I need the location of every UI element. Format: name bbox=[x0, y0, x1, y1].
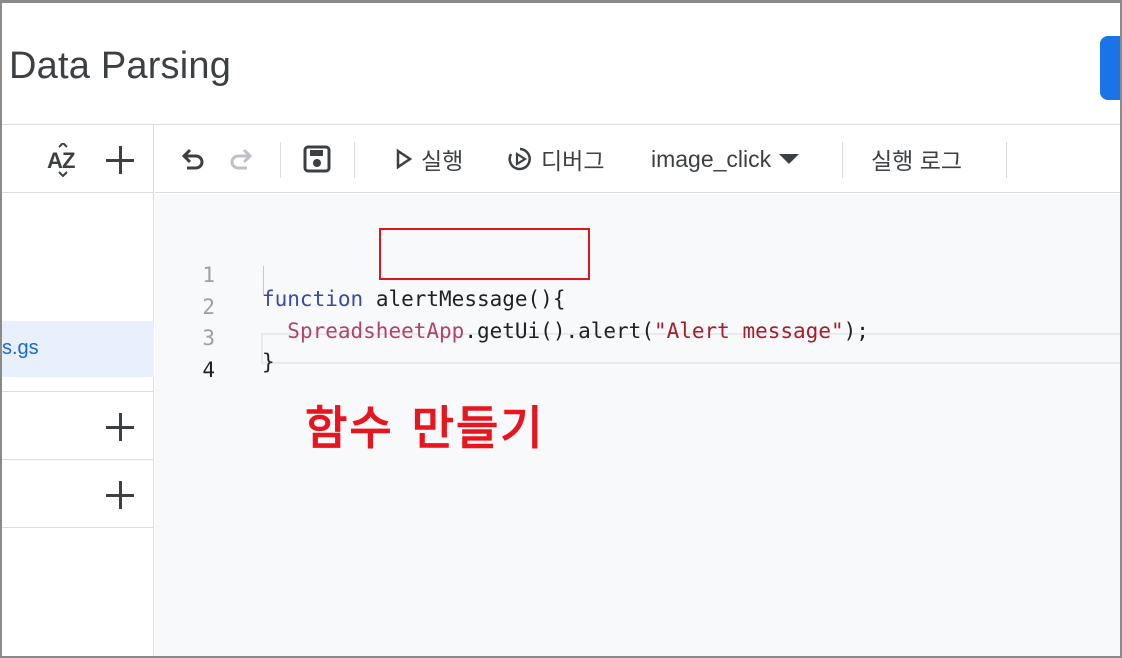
line-number: 4 bbox=[202, 358, 215, 382]
toolbar-divider bbox=[280, 142, 281, 178]
svg-text:Z: Z bbox=[62, 148, 75, 173]
function-select-value: image_click bbox=[651, 145, 772, 172]
add-file-icon[interactable] bbox=[103, 143, 137, 177]
redo-icon[interactable] bbox=[229, 147, 255, 171]
section-divider bbox=[2, 527, 154, 528]
code-line: 3 } bbox=[155, 302, 1120, 374]
debug-button[interactable]: 디버그 bbox=[507, 139, 604, 179]
toolbar-divider bbox=[1006, 142, 1007, 178]
execution-log-button[interactable]: 실행 로그 bbox=[871, 139, 962, 179]
editor-toolbar: 실행 디버그 image_click 실행 로그 bbox=[155, 125, 1120, 193]
file-item-label: s.gs bbox=[2, 337, 39, 359]
toolbar-divider bbox=[842, 142, 843, 178]
files-panel: A Z s.gs bbox=[2, 125, 154, 656]
header-bar: Data Parsing bbox=[2, 3, 1120, 125]
code-line: 2 SpreadsheetApp.getUi().alert("Alert me… bbox=[155, 271, 1120, 343]
libraries-section bbox=[2, 391, 154, 459]
annotation-highlight-box bbox=[379, 228, 590, 280]
code-editor[interactable]: 1 function alertMessage(){ 2 Spreadsheet… bbox=[155, 194, 1120, 656]
annotation-label: 함수 만들기 bbox=[305, 401, 545, 455]
sort-az-icon[interactable]: A Z bbox=[45, 143, 81, 177]
add-service-icon[interactable] bbox=[103, 478, 137, 512]
files-toolbar: A Z bbox=[2, 125, 154, 193]
play-icon bbox=[396, 148, 413, 170]
code-line: 4 bbox=[155, 334, 1120, 382]
function-select[interactable]: image_click bbox=[651, 139, 801, 179]
run-button[interactable]: 실행 bbox=[395, 139, 463, 179]
svg-text:A: A bbox=[47, 148, 63, 173]
debug-label: 디버그 bbox=[541, 148, 605, 174]
services-section bbox=[2, 459, 154, 527]
run-label: 실행 bbox=[421, 148, 464, 174]
app-window: Data Parsing A Z s.gs 실행 디버그 image_click… bbox=[0, 0, 1122, 658]
file-item-selected[interactable]: s.gs bbox=[2, 321, 154, 377]
toolbar-divider bbox=[354, 142, 355, 178]
add-library-icon[interactable] bbox=[103, 410, 137, 444]
execution-log-label: 실행 로그 bbox=[871, 148, 963, 174]
save-icon[interactable] bbox=[302, 144, 332, 174]
undo-icon[interactable] bbox=[179, 147, 205, 171]
project-title[interactable]: Data Parsing bbox=[9, 45, 231, 88]
deploy-button[interactable] bbox=[1100, 36, 1120, 100]
debug-icon bbox=[508, 147, 531, 171]
dropdown-arrow-icon bbox=[779, 154, 800, 164]
code-line: 1 function alertMessage(){ bbox=[155, 239, 1120, 311]
